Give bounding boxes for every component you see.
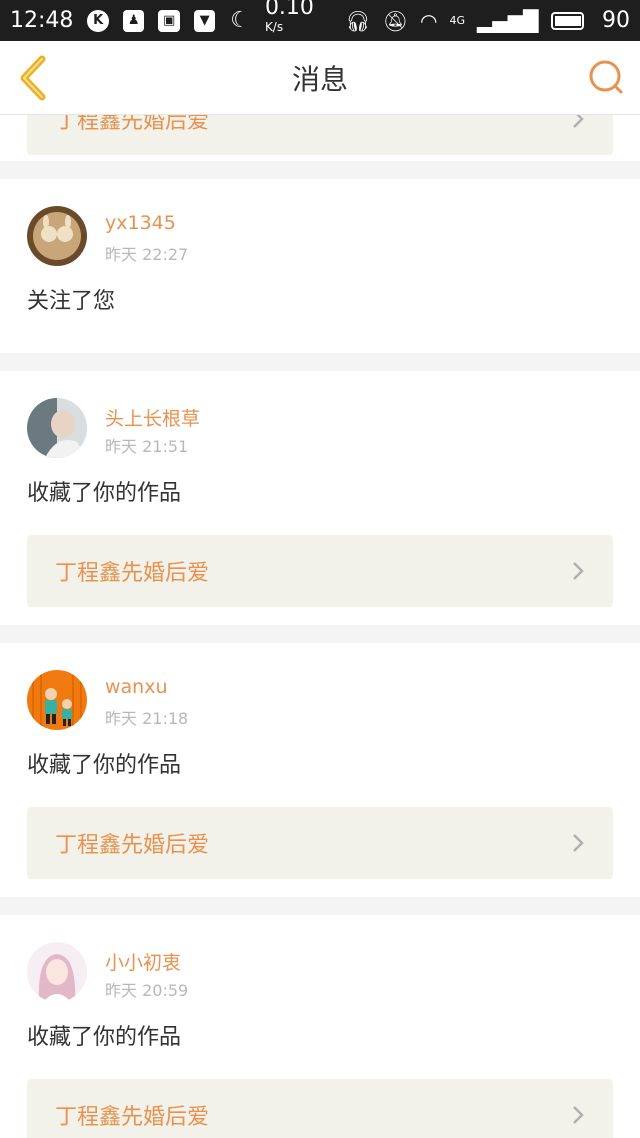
- timestamp: 昨天 21:18: [105, 709, 189, 728]
- username[interactable]: wanxu: [105, 676, 168, 698]
- work-title: 丁程鑫先婚后爱: [55, 561, 210, 586]
- work-card[interactable]: 丁程鑫先婚后爱: [27, 535, 613, 607]
- list-item[interactable]: 小小初衷 昨天 20:59 收藏了你的作品 丁程鑫先婚后爱: [0, 915, 640, 1138]
- signal-icon: ▂▄▆█: [477, 8, 539, 33]
- moon-icon: ☾: [230, 8, 251, 33]
- avatar[interactable]: [27, 206, 87, 266]
- mute-icon: 🔕︎: [382, 8, 409, 33]
- timestamp: 昨天 21:51: [105, 437, 189, 456]
- list-item[interactable]: yx1345 昨天 22:27 关注了您: [0, 179, 640, 353]
- page-title: 消息: [291, 62, 348, 96]
- battery-level: 90: [602, 8, 630, 33]
- k-app-icon: K: [87, 9, 109, 32]
- avatar[interactable]: [27, 942, 87, 1002]
- chevron-right-icon: [573, 115, 584, 128]
- list-item[interactable]: wanxu 昨天 21:18 收藏了你的作品 丁程鑫先婚后爱: [0, 643, 640, 897]
- chevron-right-icon: [573, 562, 584, 580]
- network-type: 4G: [449, 14, 465, 27]
- image-icon: ▣: [158, 9, 180, 32]
- username[interactable]: 头上长根草: [105, 404, 200, 431]
- pocket-icon: ▼: [193, 9, 216, 32]
- username[interactable]: yx1345: [105, 212, 176, 234]
- work-title: 丁程鑫先婚后爱: [55, 1105, 210, 1130]
- avatar[interactable]: [27, 670, 87, 730]
- work-title: 丁程鑫先婚后爱: [55, 833, 210, 858]
- nav-bar: 消息: [0, 41, 640, 115]
- work-title: 丁程鑫先婚后爱: [55, 115, 210, 134]
- battery-icon: [550, 11, 584, 30]
- avatar[interactable]: [27, 398, 87, 458]
- status-time: 12:48: [10, 8, 74, 33]
- list-item-partial: 丁程鑫先婚后爱: [0, 115, 640, 161]
- wifi-icon: ◠: [420, 8, 438, 33]
- timestamp: 昨天 20:59: [105, 981, 189, 1000]
- qq-icon: ♟: [122, 9, 145, 32]
- status-bar: 12:48 K ♟ ▣ ▼ ☾ 0.10 K/s 🎧︎ 🔕︎ ◠ 4G ▂▄▆█…: [0, 0, 640, 41]
- search-icon: [589, 60, 623, 94]
- work-card[interactable]: 丁程鑫先婚后爱: [27, 1079, 613, 1138]
- network-speed: 0.10 K/s: [264, 0, 314, 35]
- message-list[interactable]: 丁程鑫先婚后爱 yx1345 昨天 22:27 关注了您 头上长根草 昨天 21…: [0, 115, 640, 1138]
- timestamp: 昨天 22:27: [105, 245, 189, 264]
- chevron-right-icon: [573, 834, 584, 852]
- back-button[interactable]: [14, 55, 54, 101]
- work-card[interactable]: 丁程鑫先婚后爱: [27, 115, 613, 155]
- search-button[interactable]: [588, 59, 624, 95]
- back-chevron-icon: [20, 55, 46, 101]
- work-card[interactable]: 丁程鑫先婚后爱: [27, 807, 613, 879]
- chevron-right-icon: [573, 1106, 584, 1124]
- headphones-icon: 🎧︎: [345, 8, 371, 33]
- username[interactable]: 小小初衷: [105, 948, 181, 975]
- list-item[interactable]: 头上长根草 昨天 21:51 收藏了你的作品 丁程鑫先婚后爱: [0, 371, 640, 625]
